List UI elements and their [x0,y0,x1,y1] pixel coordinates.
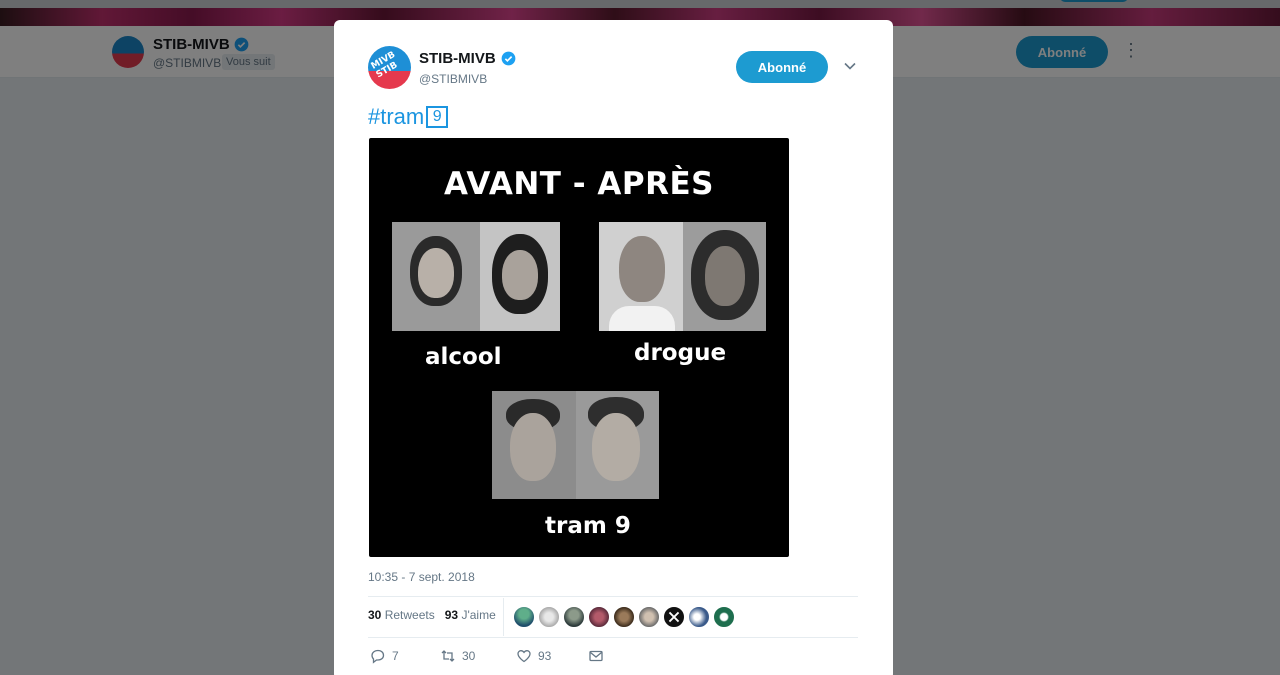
avatar[interactable] [538,606,560,628]
avatar[interactable] [638,606,660,628]
tweet-image[interactable]: AVANT - APRÈS alcool drogue tram 9 [369,138,789,557]
caption-drogue: drogue [634,340,727,366]
like-button[interactable]: 93 [516,648,588,664]
retweet-icon [441,650,455,662]
photo-alcool-after [480,222,560,331]
photo-tram-before [492,391,576,499]
tweet-author-handle[interactable]: @STIBMIVB [419,72,487,86]
avatar[interactable] [613,606,635,628]
retweets-stat[interactable]: 30 Retweets [368,608,435,622]
direct-message-button[interactable] [588,648,604,664]
verified-badge-icon [501,51,516,66]
avatar[interactable] [513,606,535,628]
caption-alcool: alcool [425,344,502,370]
tweet-timestamp[interactable]: 10:35 - 7 sept. 2018 [368,570,475,584]
divider [368,596,858,597]
caption-tram: tram 9 [545,513,631,539]
photo-drogue-after [683,222,766,331]
photo-drogue-before [599,222,683,331]
retweet-button[interactable]: 30 [440,648,516,664]
avatar[interactable] [688,606,710,628]
avatar[interactable] [663,606,685,628]
photo-tram-after [576,391,659,499]
avatar[interactable] [588,606,610,628]
heart-icon [517,650,531,663]
liker-avatars [513,606,735,628]
tweet-stats: 30 Retweets 93 J'aime [368,608,496,622]
image-title: AVANT - APRÈS [444,166,714,202]
reply-button[interactable]: 7 [370,648,440,664]
avatar[interactable] [713,606,735,628]
keycap-nine-emoji: 9 [426,106,449,128]
likes-stat[interactable]: 93 J'aime [445,608,496,622]
tweet-author-name[interactable]: STIB-MIVB [419,50,516,67]
hashtag-link[interactable]: #tram 9 [368,104,449,130]
envelope-icon [589,650,603,662]
stats-separator [503,598,504,636]
tweet-modal: MIVB STIB STIB-MIVB @STIBMIVB Abonné #tr… [334,20,893,675]
photo-alcool-before [392,222,480,331]
reply-icon [371,649,385,664]
follow-button[interactable]: Abonné [736,51,828,83]
divider [368,637,858,638]
chevron-down-icon[interactable] [842,58,858,74]
avatar[interactable] [563,606,585,628]
tweet-actions: 7 30 93 [370,648,604,664]
tweet-author-avatar[interactable]: MIVB STIB [368,46,411,89]
